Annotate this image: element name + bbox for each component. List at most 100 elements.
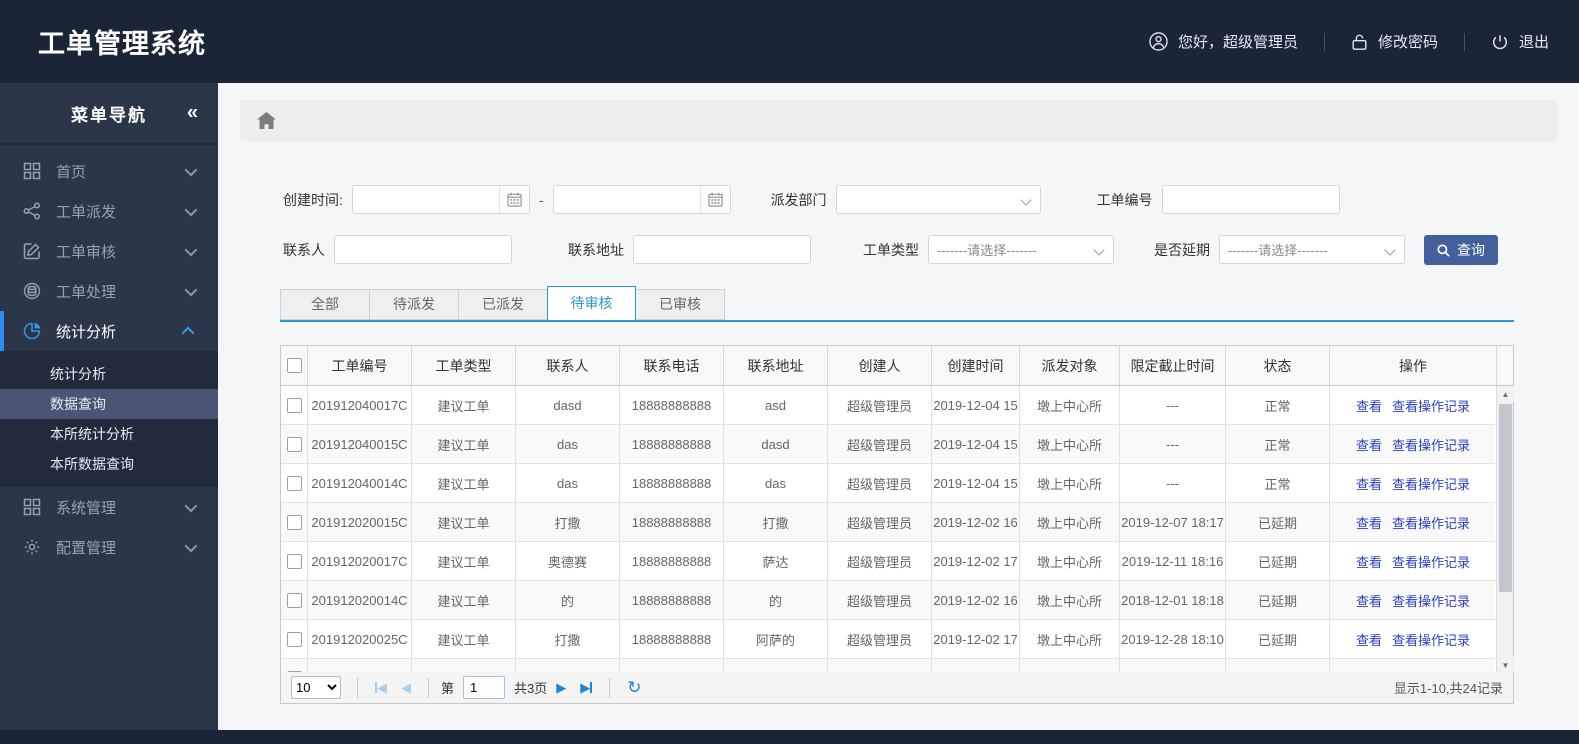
- view-link[interactable]: 查看: [1356, 513, 1382, 532]
- view-log-link[interactable]: 查看操作记录: [1392, 513, 1470, 532]
- vertical-scrollbar[interactable]: ▲ ▼: [1496, 386, 1514, 673]
- page-size-select[interactable]: 10: [291, 676, 341, 699]
- create-time-end: [552, 185, 731, 214]
- row-checkbox[interactable]: [286, 397, 302, 413]
- submenu-item[interactable]: 统计分析: [0, 359, 218, 389]
- tab-待审核[interactable]: 待审核: [547, 286, 636, 320]
- cell-deadline: [1120, 659, 1226, 673]
- table-row: 201912020025C 建议工单 打撒 18888888888 阿萨的 超级管理员 20…: [281, 620, 1495, 659]
- prev-page-button[interactable]: ◀: [401, 681, 411, 694]
- first-page-button[interactable]: ◀: [375, 681, 387, 694]
- header-divider: [1463, 32, 1465, 51]
- scroll-down-icon[interactable]: ▼: [1497, 657, 1514, 673]
- sidebar-item-label: 首页: [56, 163, 87, 181]
- cell-created: 2019-12-02 17: [932, 620, 1020, 658]
- actions-cell: 查看 查看操作记录: [1330, 425, 1495, 463]
- calendar-icon[interactable]: [699, 186, 730, 213]
- view-log-link[interactable]: 查看操作记录: [1392, 591, 1470, 610]
- cell-target: 墩上中心所: [1020, 620, 1120, 658]
- sidebar-item-system[interactable]: 系统管理: [0, 487, 218, 527]
- main-content: 创建时间: - 派发部门 工单编号 联系人 联系地址 工单类型 -------请…: [218, 83, 1579, 730]
- view-link[interactable]: 查看: [1356, 435, 1382, 454]
- cell-target: 墩上中心所: [1020, 386, 1120, 424]
- change-password-button[interactable]: 修改密码: [1351, 31, 1438, 52]
- sidebar-item-config[interactable]: 配置管理: [0, 527, 218, 567]
- sidebar-item-dispatch[interactable]: 工单派发: [0, 191, 218, 231]
- search-button-label: 查询: [1457, 242, 1485, 258]
- top-header: 工单管理系统 您好，超级管理员 修改密码 退出: [0, 0, 1579, 83]
- view-log-link[interactable]: 查看操作记录: [1392, 435, 1470, 454]
- view-log-link[interactable]: 查看操作记录: [1392, 396, 1470, 415]
- lock-icon: [1351, 33, 1368, 51]
- sidebar-item-process[interactable]: 工单处理: [0, 271, 218, 311]
- tab-bar: 全部 待派发 已派发 待审核 已审核: [280, 286, 1514, 322]
- refresh-icon[interactable]: ↻: [627, 678, 641, 698]
- view-log-link[interactable]: 查看操作记录: [1392, 474, 1470, 493]
- sidebar-item-label: 工单处理: [56, 283, 117, 301]
- sidebar-item-review[interactable]: 工单审核: [0, 231, 218, 271]
- tab-已派发[interactable]: 已派发: [458, 289, 547, 320]
- view-link[interactable]: 查看: [1356, 591, 1382, 610]
- row-checkbox[interactable]: [286, 592, 302, 608]
- sidebar-item-home[interactable]: 首页: [0, 151, 218, 191]
- cell-created: 2019-12-04 15: [932, 464, 1020, 502]
- submenu-item[interactable]: 本所统计分析: [0, 419, 218, 449]
- cell-contact: das: [516, 425, 620, 463]
- scrollbar-thumb[interactable]: [1499, 404, 1512, 592]
- home-icon[interactable]: [257, 112, 276, 129]
- cell-target: 墩上中心所: [1020, 581, 1120, 619]
- sidebar-item-label: 配置管理: [56, 539, 117, 557]
- cell-address: [724, 659, 828, 673]
- logout-text: 退出: [1518, 34, 1549, 51]
- view-link[interactable]: 查看: [1356, 630, 1382, 649]
- row-checkbox[interactable]: [286, 514, 302, 530]
- sidebar-menu: 首页 工单派发 工单审核 工单处理 统计分析 统计分析 数据查询 本所统计分析 本所数据查询 系统…: [0, 145, 218, 567]
- power-icon: [1491, 33, 1509, 51]
- row-checkbox[interactable]: [286, 553, 302, 569]
- order-no-input[interactable]: [1161, 185, 1340, 214]
- page-number-input[interactable]: [463, 676, 506, 699]
- contact-input[interactable]: [334, 235, 512, 264]
- cell-creator: 超级管理员: [828, 425, 932, 463]
- view-link[interactable]: 查看: [1356, 474, 1382, 493]
- table-row: 201912020017C 建议工单 奥德赛 18888888888 萨达 超级管理员 20…: [281, 542, 1495, 581]
- cell-address: das: [724, 464, 828, 502]
- col-actions: 操作: [1330, 346, 1497, 385]
- cell-deadline: ---: [1120, 425, 1226, 463]
- delay-select[interactable]: -------请选择-------: [1219, 235, 1405, 264]
- calendar-icon[interactable]: [498, 186, 529, 213]
- row-checkbox-cell: [281, 386, 308, 424]
- address-input[interactable]: [633, 235, 811, 264]
- logout-button[interactable]: 退出: [1491, 31, 1549, 52]
- sidebar-item-stats[interactable]: 统计分析: [0, 311, 218, 351]
- row-checkbox[interactable]: [286, 475, 302, 491]
- submenu-item[interactable]: 本所数据查询: [0, 449, 218, 479]
- col-target: 派发对象: [1020, 346, 1120, 385]
- cell-target: 墩上中心所: [1020, 503, 1120, 541]
- tab-已审核[interactable]: 已审核: [636, 289, 725, 320]
- tab-全部[interactable]: 全部: [280, 289, 369, 320]
- status-badge: 正常: [1226, 386, 1330, 424]
- user-greeting[interactable]: 您好，超级管理员: [1149, 31, 1298, 52]
- submenu-item[interactable]: 数据查询: [0, 389, 218, 419]
- cell-contact: 打撒: [516, 620, 620, 658]
- page-suffix: 共3页: [514, 681, 548, 696]
- last-page-button[interactable]: ▶: [580, 681, 593, 694]
- search-button[interactable]: 查询: [1424, 235, 1498, 265]
- collapse-icon[interactable]: «: [187, 102, 198, 125]
- dispatch-dept-select[interactable]: [835, 185, 1041, 214]
- row-checkbox[interactable]: [286, 436, 302, 452]
- view-log-link[interactable]: 查看操作记录: [1392, 630, 1470, 649]
- view-link[interactable]: 查看: [1356, 396, 1382, 415]
- select-all-checkbox[interactable]: [286, 358, 302, 373]
- order-type-select[interactable]: -------请选择-------: [928, 235, 1114, 264]
- row-checkbox[interactable]: [286, 631, 302, 647]
- cell-deadline: ---: [1120, 386, 1226, 424]
- scroll-up-icon[interactable]: ▲: [1497, 386, 1514, 402]
- next-page-button[interactable]: ▶: [556, 681, 566, 694]
- view-log-link[interactable]: 查看操作记录: [1392, 552, 1470, 571]
- view-link[interactable]: 查看: [1356, 552, 1382, 571]
- sidebar-title: 菜单导航: [71, 105, 147, 125]
- table-row: 201912040015C 建议工单 das 18888888888 dasd 超级管理员…: [281, 425, 1495, 464]
- tab-待派发[interactable]: 待派发: [369, 289, 458, 320]
